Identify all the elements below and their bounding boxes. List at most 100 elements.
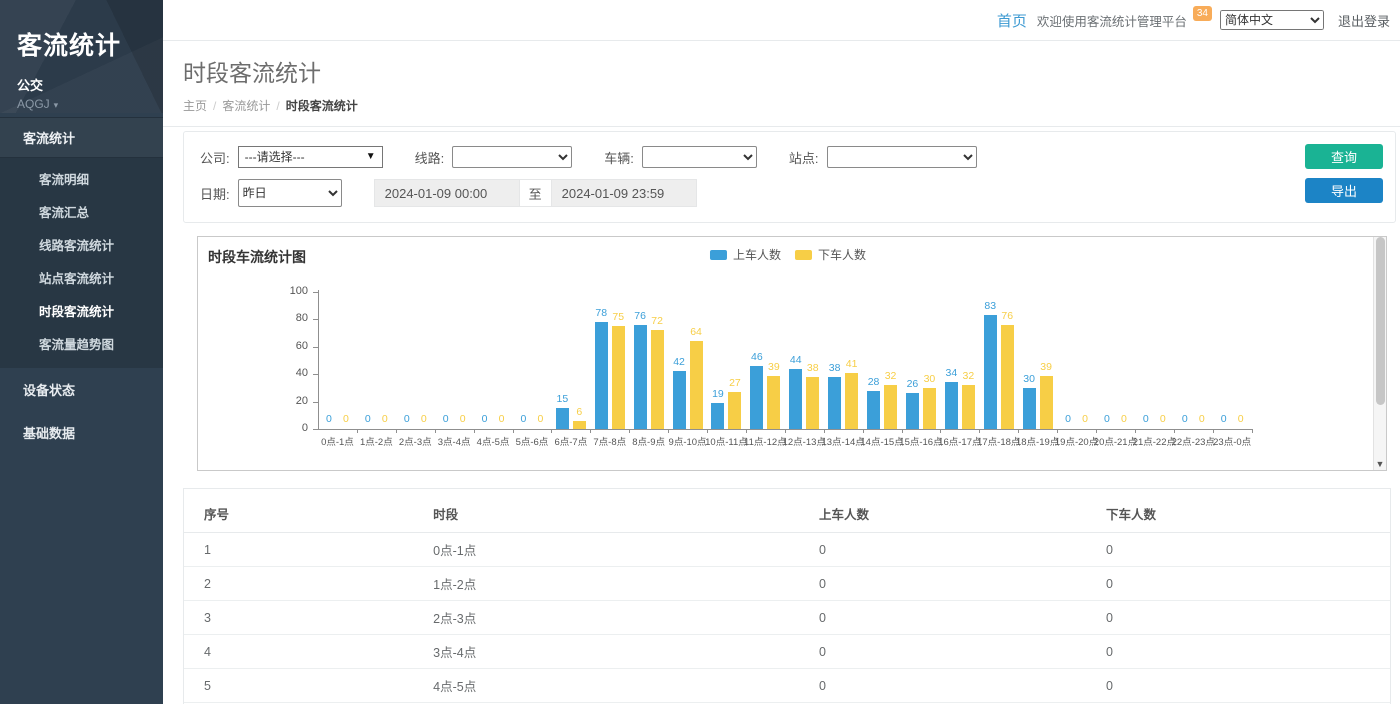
page-title: 时段客流统计 bbox=[183, 54, 1400, 88]
x-tick bbox=[1252, 429, 1253, 433]
language-select[interactable]: 简体中文 bbox=[1220, 10, 1324, 30]
date-from-input[interactable] bbox=[374, 179, 520, 207]
table-cell: 4 bbox=[184, 635, 413, 669]
welcome-text: 欢迎使用客流统计管理平台 bbox=[1037, 11, 1187, 30]
vehicle-filter: 车辆: bbox=[604, 146, 757, 168]
x-tick bbox=[668, 429, 669, 433]
logout-link[interactable]: 退出登录 bbox=[1338, 11, 1390, 30]
station-select[interactable] bbox=[827, 146, 977, 168]
x-tick bbox=[863, 429, 864, 433]
bar-boarding[interactable] bbox=[673, 371, 686, 429]
query-button[interactable]: 查询 bbox=[1305, 144, 1383, 169]
table-cell: 2 bbox=[184, 567, 413, 601]
y-tick bbox=[313, 319, 318, 320]
bar-alighting[interactable] bbox=[651, 330, 664, 429]
breadcrumb-item[interactable]: 客流统计 bbox=[222, 99, 270, 113]
bar-alighting[interactable] bbox=[612, 326, 625, 429]
sidebar-menu: 客流统计 客流明细客流汇总线路客流统计站点客流统计时段客流统计客流量趋势图 设备… bbox=[0, 117, 163, 454]
line-filter: 线路: bbox=[415, 146, 573, 168]
filter-panel: 公司: ---请选择--- ▼ 线路: 车辆: bbox=[183, 131, 1396, 223]
table-header-cell: 时段 bbox=[413, 495, 799, 533]
user-name: AQGJ bbox=[17, 97, 50, 111]
y-tick-label: 20 bbox=[268, 395, 308, 407]
table-header-cell: 下车人数 bbox=[1086, 495, 1390, 533]
bar-alighting[interactable] bbox=[962, 385, 975, 429]
bar-alighting[interactable] bbox=[573, 421, 586, 429]
x-tick bbox=[396, 429, 397, 433]
x-tick bbox=[513, 429, 514, 433]
station-filter: 站点: bbox=[789, 146, 977, 168]
sidebar-subitem[interactable]: 线路客流统计 bbox=[0, 228, 163, 261]
y-tick-label: 60 bbox=[268, 340, 308, 352]
bar-alighting[interactable] bbox=[767, 376, 780, 429]
scroll-down-arrow-icon[interactable]: ▼ bbox=[1374, 459, 1386, 469]
company-select[interactable]: ---请选择--- bbox=[239, 147, 382, 167]
bar-boarding[interactable] bbox=[867, 391, 880, 429]
company-filter: 公司: ---请选择--- ▼ bbox=[200, 146, 383, 168]
bar-boarding[interactable] bbox=[789, 369, 802, 429]
home-link[interactable]: 首页 bbox=[997, 10, 1027, 31]
bar-boarding[interactable] bbox=[906, 393, 919, 429]
bar-boarding[interactable] bbox=[1023, 388, 1036, 429]
bar-boarding[interactable] bbox=[984, 315, 997, 429]
bar-boarding[interactable] bbox=[634, 325, 647, 429]
breadcrumb-item[interactable]: 时段客流统计 bbox=[286, 99, 358, 113]
bar-alighting[interactable] bbox=[884, 385, 897, 429]
bar-boarding[interactable] bbox=[828, 377, 841, 429]
table-row: 21点-2点00 bbox=[184, 567, 1390, 601]
export-button[interactable]: 导出 bbox=[1305, 178, 1383, 203]
bar-boarding[interactable] bbox=[750, 366, 763, 429]
x-tick bbox=[902, 429, 903, 433]
sidebar-item[interactable]: 设备状态 bbox=[0, 368, 163, 411]
table-panel: 序号时段上车人数下车人数 10点-1点0021点-2点0032点-3点0043点… bbox=[183, 488, 1391, 704]
table-cell: 0 bbox=[1086, 567, 1390, 601]
notification-badge[interactable]: 34 bbox=[1193, 6, 1212, 21]
bar-value-label: 41 bbox=[835, 358, 869, 370]
page-heading: 时段客流统计 主页/客流统计/时段客流统计 bbox=[163, 41, 1400, 127]
sidebar-item[interactable]: 基础数据 bbox=[0, 411, 163, 454]
bar-value-label: 76 bbox=[990, 310, 1024, 322]
y-tick-label: 80 bbox=[268, 312, 308, 324]
x-tick bbox=[1135, 429, 1136, 433]
bar-boarding[interactable] bbox=[711, 403, 724, 429]
table-cell: 4点-5点 bbox=[413, 669, 799, 703]
table-header-cell: 上车人数 bbox=[799, 495, 1086, 533]
sidebar-top-items: 设备状态基础数据 bbox=[0, 368, 163, 454]
filter-row-1: 公司: ---请选择--- ▼ 线路: 车辆: bbox=[200, 146, 1295, 168]
bar-boarding[interactable] bbox=[945, 382, 958, 429]
chart-scrollbar[interactable]: ▼ bbox=[1373, 237, 1386, 470]
y-tick-label: 40 bbox=[268, 367, 308, 379]
sidebar-subitem[interactable]: 客流量趋势图 bbox=[0, 327, 163, 360]
bar-boarding[interactable] bbox=[595, 322, 608, 429]
table-cell: 5 bbox=[184, 669, 413, 703]
date-to-input[interactable] bbox=[551, 179, 697, 207]
y-tick-label: 100 bbox=[268, 285, 308, 297]
sidebar-subitem[interactable]: 客流汇总 bbox=[0, 195, 163, 228]
sidebar-header: 客流统计 公交 AQGJ▾ bbox=[0, 0, 163, 113]
sidebar-submenu: 客流明细客流汇总线路客流统计站点客流统计时段客流统计客流量趋势图 bbox=[0, 158, 163, 368]
y-tick bbox=[313, 374, 318, 375]
topbar: 首页 欢迎使用客流统计管理平台 34 简体中文 退出登录 bbox=[163, 0, 1400, 41]
table-cell: 3点-4点 bbox=[413, 635, 799, 669]
breadcrumb-item[interactable]: 主页 bbox=[183, 99, 207, 113]
x-tick bbox=[1174, 429, 1175, 433]
line-select[interactable] bbox=[452, 146, 572, 168]
vehicle-select[interactable] bbox=[642, 146, 757, 168]
bar-alighting[interactable] bbox=[690, 341, 703, 429]
y-tick bbox=[313, 292, 318, 293]
user-dropdown[interactable]: AQGJ ▾ bbox=[17, 97, 163, 111]
sidebar-subitem[interactable]: 客流明细 bbox=[0, 162, 163, 195]
chevron-down-icon: ▾ bbox=[54, 100, 59, 111]
date-filter: 日期: 昨日 bbox=[200, 179, 342, 207]
table-cell: 0 bbox=[1086, 533, 1390, 567]
sidebar-item-passenger-stats[interactable]: 客流统计 bbox=[0, 117, 163, 158]
bar-alighting[interactable] bbox=[728, 392, 741, 429]
bar-alighting[interactable] bbox=[923, 388, 936, 429]
x-tick bbox=[1096, 429, 1097, 433]
sidebar-subitem[interactable]: 站点客流统计 bbox=[0, 261, 163, 294]
sidebar-subitem[interactable]: 时段客流统计 bbox=[0, 294, 163, 327]
bar-alighting[interactable] bbox=[806, 377, 819, 429]
date-preset-select[interactable]: 昨日 bbox=[238, 179, 342, 207]
chart-scrollbar-thumb[interactable] bbox=[1376, 237, 1385, 405]
content: 公司: ---请选择--- ▼ 线路: 车辆: bbox=[163, 127, 1400, 704]
